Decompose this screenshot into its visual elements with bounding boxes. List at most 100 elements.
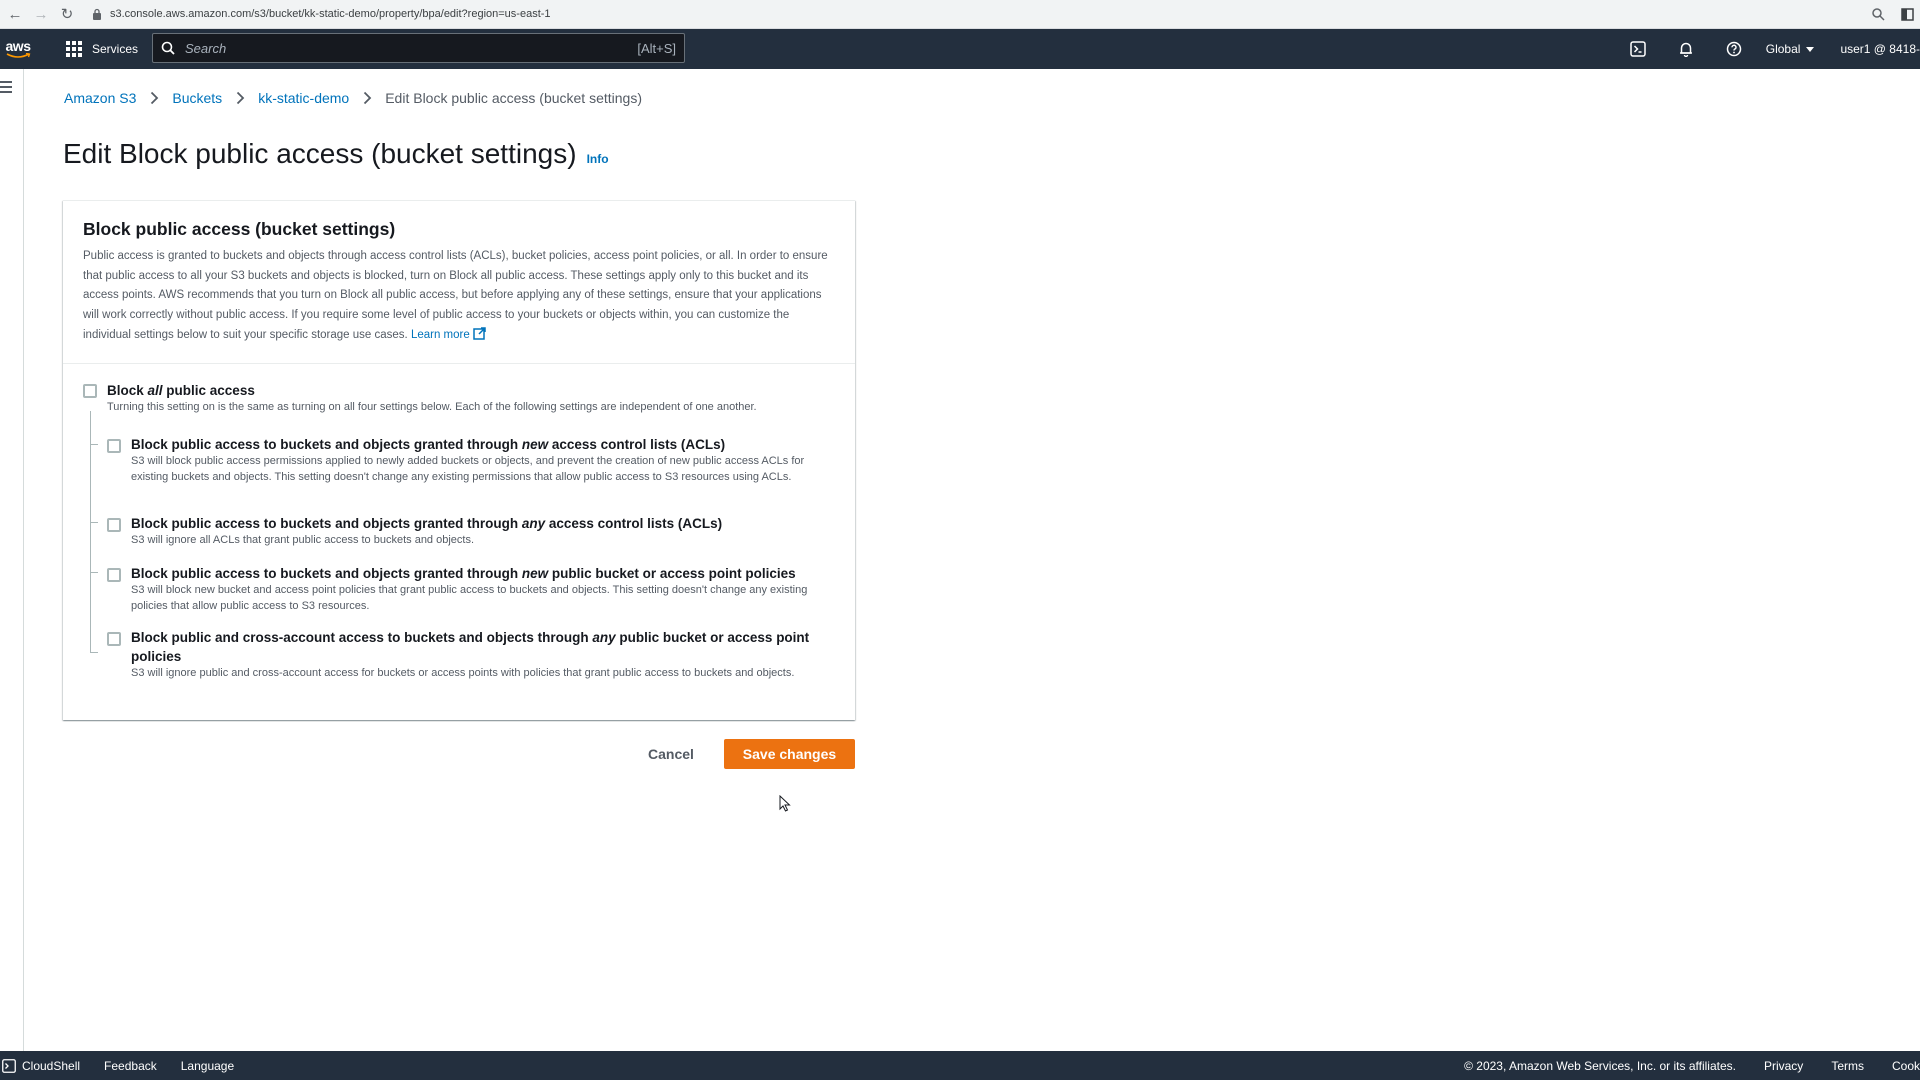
label-emphasis: any	[592, 630, 616, 645]
label-emphasis: new	[521, 437, 549, 452]
block-public-access-panel: Block public access (bucket settings) Pu…	[63, 200, 855, 720]
label-part: Block	[107, 383, 148, 398]
services-grid-icon	[66, 41, 82, 57]
any-policies-label: Block public and cross-account access to…	[131, 628, 835, 666]
any-acls-label: Block public access to buckets and objec…	[131, 514, 722, 533]
label-part: Block public access to buckets and objec…	[131, 516, 522, 531]
any-policies-checkbox[interactable]	[107, 632, 121, 646]
block-all-checkbox[interactable]	[83, 384, 97, 398]
mouse-cursor-icon	[779, 795, 791, 812]
lock-icon	[93, 8, 101, 20]
cloudshell-icon[interactable]	[1614, 29, 1662, 69]
panel-header: Block public access (bucket settings) Pu…	[63, 201, 855, 364]
breadcrumb-bucket-name[interactable]: kk-static-demo	[258, 90, 349, 106]
hamburger-menu-icon[interactable]	[0, 81, 12, 93]
panel-description-text: Public access is granted to buckets and …	[83, 250, 828, 341]
option-any-acls: Block public access to buckets and objec…	[107, 514, 835, 549]
services-label: Services	[92, 42, 139, 56]
any-acls-description: S3 will ignore all ACLs that grant publi…	[131, 534, 475, 546]
privacy-link[interactable]: Privacy	[1764, 1059, 1803, 1073]
console-footer: CloudShell Feedback Language © 2023, Ama…	[0, 1051, 1920, 1080]
label-part: Block public and cross-account access to…	[131, 630, 593, 645]
browser-address-bar: ← → ↻ s3.console.aws.amazon.com/s3/bucke…	[0, 0, 1920, 29]
url-field[interactable]: s3.console.aws.amazon.com/s3/bucket/kk-s…	[92, 8, 1872, 20]
window-icon[interactable]	[1901, 7, 1914, 21]
option-new-acls: Block public access to buckets and objec…	[107, 435, 835, 485]
label-part: Block public access to buckets and objec…	[131, 566, 522, 581]
cancel-button[interactable]: Cancel	[630, 740, 712, 768]
aws-top-nav: aws Services Search [Alt+S] Global user1…	[0, 29, 1920, 69]
aws-logo[interactable]: aws	[2, 39, 34, 59]
breadcrumb-buckets[interactable]: Buckets	[172, 90, 222, 106]
new-acls-description: S3 will block public access permissions …	[131, 455, 805, 483]
external-link-icon	[473, 327, 486, 340]
services-menu-button[interactable]: Services	[66, 41, 138, 57]
search-shortcut-hint: [Alt+S]	[637, 40, 676, 56]
info-link[interactable]: Info	[587, 152, 609, 166]
tree-connector	[90, 572, 98, 573]
cloudshell-link[interactable]: CloudShell	[22, 1059, 80, 1073]
option-any-policies: Block public and cross-account access to…	[107, 628, 835, 682]
any-acls-checkbox[interactable]	[107, 518, 121, 532]
option-block-all: Block all public access Turning this set…	[83, 381, 835, 416]
tree-connector	[90, 522, 98, 523]
learn-more-link[interactable]: Learn more	[410, 327, 486, 341]
chevron-right-icon	[355, 90, 379, 106]
option-new-policies: Block public access to buckets and objec…	[107, 564, 835, 614]
chevron-right-icon	[142, 90, 166, 106]
terms-link[interactable]: Terms	[1831, 1059, 1864, 1073]
label-part: access control lists (ACLs)	[548, 437, 726, 452]
copyright-text: © 2023, Amazon Web Services, Inc. or its…	[1464, 1058, 1736, 1073]
feedback-link[interactable]: Feedback	[104, 1059, 157, 1073]
new-acls-checkbox[interactable]	[107, 439, 121, 453]
block-all-description: Turning this setting on is the same as t…	[107, 401, 757, 413]
side-nav-rail	[0, 69, 24, 1051]
caret-down-icon	[1806, 46, 1815, 52]
label-part: public bucket or access point policies	[548, 566, 796, 581]
chevron-right-icon	[228, 90, 252, 106]
learn-more-label: Learn more	[410, 328, 470, 341]
label-part: Block public access to buckets and objec…	[131, 437, 522, 452]
search-input[interactable]: Search [Alt+S]	[152, 33, 685, 63]
back-icon[interactable]: ←	[4, 3, 26, 25]
breadcrumb-current: Edit Block public access (bucket setting…	[385, 90, 642, 106]
breadcrumb-amazon-s3[interactable]: Amazon S3	[64, 90, 136, 106]
any-policies-description: S3 will ignore public and cross-account …	[131, 667, 795, 679]
tree-connector	[90, 652, 98, 653]
reload-icon[interactable]: ↻	[56, 3, 78, 25]
cloudshell-footer-icon	[2, 1058, 16, 1073]
label-part: access control lists (ACLs)	[545, 516, 723, 531]
zoom-icon[interactable]	[1872, 7, 1885, 21]
page-title: Edit Block public access (bucket setting…	[63, 138, 577, 169]
new-acls-label: Block public access to buckets and objec…	[131, 435, 835, 454]
save-changes-button[interactable]: Save changes	[724, 739, 855, 769]
tree-connector	[90, 444, 98, 445]
new-policies-checkbox[interactable]	[107, 568, 121, 582]
aws-smile-icon	[6, 53, 31, 58]
aws-logo-text: aws	[5, 38, 31, 54]
label-emphasis: new	[521, 566, 549, 581]
forward-icon[interactable]: →	[30, 3, 52, 25]
account-menu[interactable]: user1 @ 8418-	[1840, 42, 1920, 56]
search-placeholder: Search	[185, 40, 227, 56]
help-icon[interactable]	[1710, 29, 1758, 69]
url-text: s3.console.aws.amazon.com/s3/bucket/kk-s…	[110, 8, 551, 20]
language-link[interactable]: Language	[181, 1059, 234, 1073]
panel-description: Public access is granted to buckets and …	[83, 247, 835, 346]
label-emphasis: any	[521, 516, 546, 531]
panel-body: Block all public access Turning this set…	[63, 364, 855, 679]
panel-title: Block public access (bucket settings)	[83, 219, 396, 239]
breadcrumb: Amazon S3 Buckets kk-static-demo Edit Bl…	[64, 90, 642, 106]
block-all-label: Block all public access	[107, 381, 757, 400]
notifications-bell-icon[interactable]	[1662, 29, 1710, 69]
new-policies-label: Block public access to buckets and objec…	[131, 564, 835, 583]
label-part: public access	[162, 383, 255, 398]
search-icon	[161, 41, 175, 55]
region-label: Global	[1765, 42, 1801, 56]
new-policies-description: S3 will block new bucket and access poin…	[131, 584, 808, 612]
page-header: Edit Block public access (bucket setting…	[63, 138, 609, 170]
tree-connector-vertical	[90, 411, 91, 652]
label-emphasis: all	[147, 383, 163, 398]
region-selector[interactable]: Global	[1766, 42, 1815, 56]
cookie-preferences-link[interactable]: Cook	[1892, 1059, 1920, 1073]
